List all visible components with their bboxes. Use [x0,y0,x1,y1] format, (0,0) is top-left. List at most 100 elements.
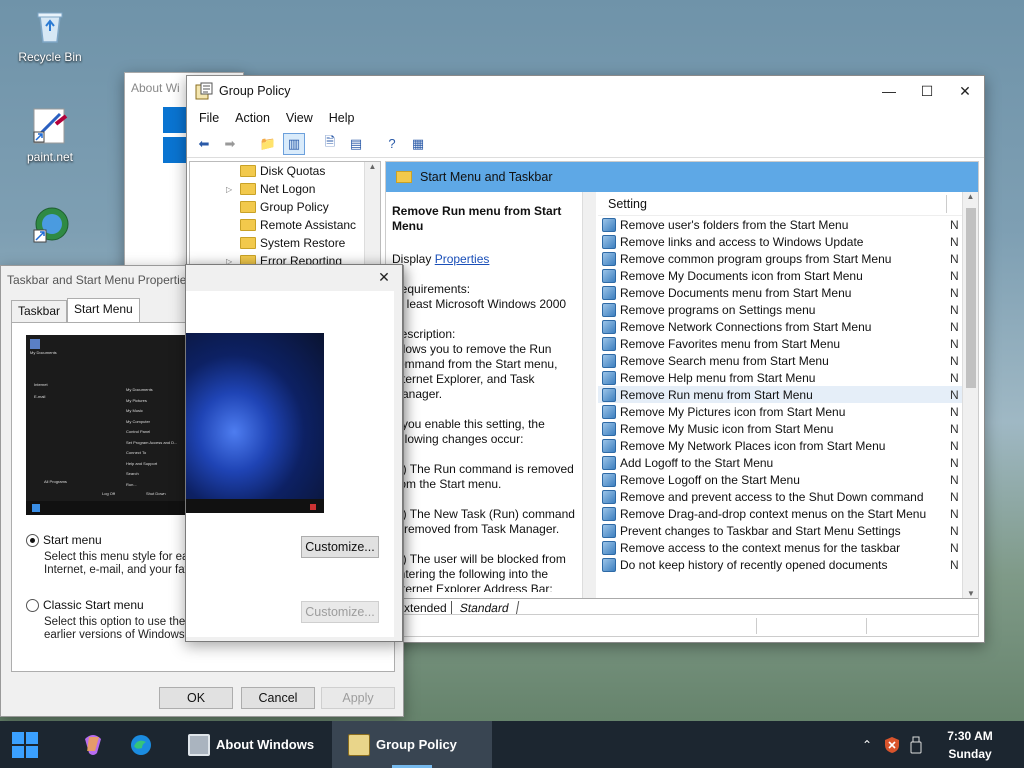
tree-item-disk-quotas[interactable]: Disk Quotas [190,162,380,180]
setting-name: Remove Documents menu from Start Menu [620,285,852,300]
close-icon[interactable]: ✕ [370,265,398,289]
start-button[interactable] [0,721,50,768]
menu-action[interactable]: Action [227,111,278,125]
tree-item-remote-assistance[interactable]: Remote Assistanc [190,216,380,234]
customize-button-disabled[interactable]: Customize... [301,601,379,623]
scrollbar-thumb[interactable] [966,208,976,388]
setting-name: Remove common program groups from Start … [620,251,892,266]
scroll-up-icon[interactable]: ▲ [365,162,380,171]
tab-start-menu[interactable]: Start Menu [67,298,140,322]
gp-toolbar: ⬅ ➡ 📁 ▥ 🗎 ▤ ? ▦ [187,130,984,158]
setting-name: Add Logoff to the Start Menu [620,455,774,470]
setting-name: Prevent changes to Taskbar and Start Men… [620,523,901,538]
setting-row[interactable]: Remove and prevent access to the Shut Do… [598,488,978,505]
menu-file[interactable]: File [191,111,227,125]
setting-name: Remove My Music icon from Start Menu [620,421,834,436]
setting-state-truncated: N [950,302,959,317]
setting-row[interactable]: Remove My Music icon from Start Menu N [598,420,978,437]
preview-menu-item: Connect To [126,450,147,455]
desktop-icon-globe[interactable] [10,206,90,250]
setting-row[interactable]: Remove My Pictures icon from Start Menu N [598,403,978,420]
security-shield-icon[interactable] [880,721,904,768]
ok-button[interactable]: OK [159,687,233,709]
setting-row[interactable]: Remove Network Connections from Start Me… [598,318,978,335]
setting-state-truncated: N [950,285,959,300]
setting-row[interactable]: Remove links and access to Windows Updat… [598,233,978,250]
setting-row[interactable]: Remove common program groups from Start … [598,250,978,267]
policy-setting-icon [602,472,616,487]
setting-name: Remove access to the context menus for t… [620,540,901,555]
scroll-down-icon[interactable]: ▼ [963,589,978,598]
policy-setting-icon [602,540,616,555]
setting-row[interactable]: Do not keep history of recently opened d… [598,556,978,573]
edge-button[interactable] [124,721,158,768]
start-menu-option[interactable]: Start menu [26,533,102,547]
setting-row[interactable]: Remove Logoff on the Start Menu N [598,471,978,488]
settings-scrollbar[interactable]: ▲ ▼ [962,192,978,598]
wallpaper-preview [186,333,324,513]
classic-start-menu-radio[interactable] [26,598,39,612]
setting-row[interactable]: Remove access to the context menus for t… [598,539,978,556]
setting-row[interactable]: Remove user's folders from the Start Men… [598,216,978,233]
setting-row[interactable]: Remove programs on Settings menu N [598,301,978,318]
preview-menu-item: My Computer [126,418,151,424]
policy-setting-icon [602,455,616,470]
menu-help[interactable]: Help [321,111,363,125]
maximize-button[interactable]: ☐ [908,77,946,105]
export-list-icon[interactable]: ▤ [345,133,367,155]
tab-taskbar[interactable]: Taskbar [11,300,68,324]
up-folder-icon[interactable]: 📁 [257,133,279,155]
setting-row[interactable]: Add Logoff to the Start Menu N [598,454,978,471]
expand-icon[interactable]: ▷ [226,185,232,194]
usb-device-icon[interactable] [906,721,926,768]
show-hide-tree-icon[interactable]: ▥ [283,132,305,155]
start-menu-radio[interactable] [26,533,39,547]
properties-link[interactable]: Properties [435,252,490,266]
properties-icon[interactable]: 🗎 [319,133,341,155]
tree-item-group-policy[interactable]: Group Policy [190,198,380,216]
classic-start-menu-option[interactable]: Classic Start menu [26,598,144,612]
action-pane-icon[interactable]: ▦ [407,133,429,155]
setting-row[interactable]: Remove Search menu from Start Menu N [598,352,978,369]
setting-row[interactable]: Remove Help menu from Start Menu N [598,369,978,386]
setting-row[interactable]: Prevent changes to Taskbar and Start Men… [598,522,978,539]
setting-row[interactable]: Remove My Documents icon from Start Menu… [598,267,978,284]
taskbar-item-group-policy[interactable]: Group Policy [332,721,492,768]
tree-item-net-logon[interactable]: ▷ Net Logon [190,180,380,198]
setting-row[interactable]: Remove Favorites menu from Start Menu N [598,335,978,352]
desktop-icon-recycle-bin[interactable]: Recycle Bin [10,6,90,64]
apply-button[interactable]: Apply [321,687,395,709]
taskbar-item-about-windows[interactable]: About Windows [172,721,322,768]
taskbar: About Windows Group Policy ⌃ 7:30 AM Sun… [0,721,1024,768]
customize-dialog-body: Customize... Customize... [186,291,394,637]
setting-state-truncated: N [950,387,959,402]
setting-row[interactable]: Remove Documents menu from Start Menu N [598,284,978,301]
setting-row[interactable]: Remove Drag-and-drop context menus on th… [598,505,978,522]
help-icon[interactable]: ? [381,133,403,155]
menu-view[interactable]: View [278,111,321,125]
settings-column-header[interactable]: Setting [598,192,978,216]
customize-button[interactable]: Customize... [301,536,379,558]
copilot-button[interactable] [76,721,110,768]
tree-item-system-restore[interactable]: System Restore [190,234,380,252]
back-arrow-icon[interactable]: ⬅ [193,133,215,155]
description-text-3: (1) The Run command is removed from the … [392,462,574,491]
show-hidden-icons-chevron-icon[interactable]: ⌃ [856,721,878,768]
close-button[interactable]: ✕ [946,77,984,105]
forward-arrow-icon[interactable]: ➡ [219,133,241,155]
gp-titlebar[interactable]: Group Policy — ☐ ✕ [187,76,984,106]
minimize-button[interactable]: — [870,77,908,105]
folder-icon [396,171,412,183]
scroll-up-icon[interactable]: ▲ [963,192,978,201]
preview-shut-down: Shut Down [146,491,166,496]
extended-pane-scrollbar[interactable] [582,192,596,598]
cancel-button[interactable]: Cancel [241,687,315,709]
preview-menu-item: Control Panel [126,429,151,434]
setting-row[interactable]: Remove My Network Places icon from Start… [598,437,978,454]
desktop-icon-paint-net[interactable]: paint.net [10,106,90,164]
setting-name: Remove My Network Places icon from Start… [620,438,886,453]
policy-setting-icon [602,506,616,521]
setting-row[interactable]: Remove Run menu from Start Menu N [598,386,978,403]
system-clock[interactable]: 7:30 AM Sunday [930,721,1010,768]
tab-standard[interactable]: Standard [450,600,519,615]
